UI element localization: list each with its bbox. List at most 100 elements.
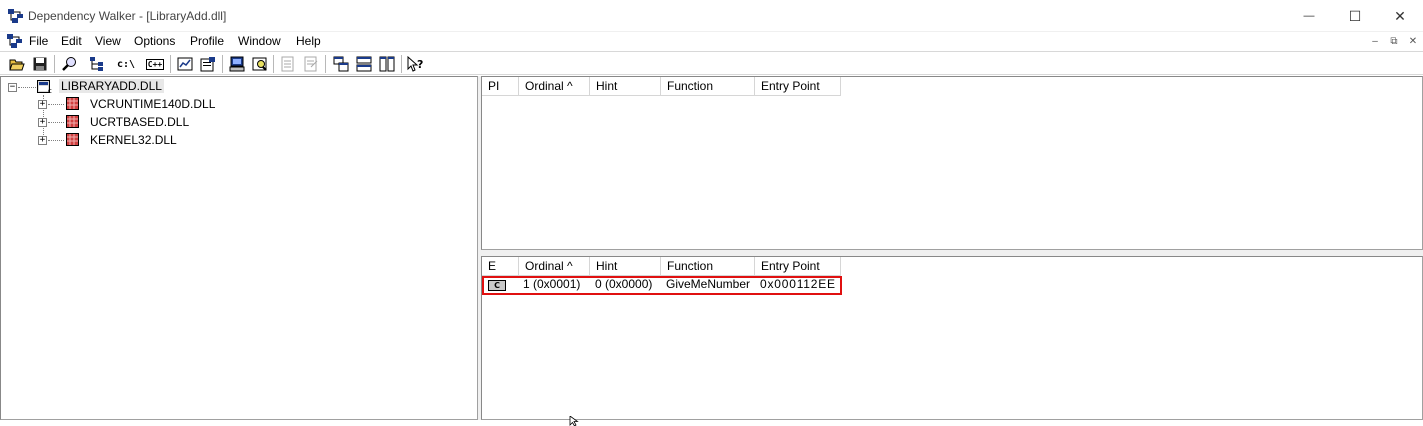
title-bar: Dependency Walker - [LibraryAdd.dll] — ☐… [0,0,1423,32]
column-header-hint[interactable]: Hint [590,257,661,276]
mdi-minimize-icon: – [1372,36,1378,47]
properties-button[interactable] [198,54,218,74]
tree-item-label[interactable]: KERNEL32.DLL [90,133,177,147]
tree-collapse-button[interactable]: − [8,83,17,92]
imports-list-header: PI Ordinal ^ Hint Function Entry Point [482,77,1422,96]
system-info-button[interactable] [227,54,247,74]
tree-item-label[interactable]: VCRUNTIME140D.DLL [90,97,215,111]
auto-expand-button[interactable] [175,54,195,74]
full-paths-button[interactable]: c:\ [116,54,136,74]
save-icon [33,57,47,71]
tree-connector [48,122,64,123]
svg-text:c: c [48,87,52,94]
find-icon [62,57,76,71]
tile-vertical-button[interactable] [377,54,397,74]
view-module-icon [252,57,267,71]
mdi-close-icon: ✕ [1408,36,1418,47]
column-header-entry-point[interactable]: Entry Point [755,257,841,276]
tile-horizontal-button[interactable] [354,54,374,74]
open-button[interactable] [7,54,27,74]
column-header-function[interactable]: Function [661,257,755,276]
column-header-entry-point[interactable]: Entry Point [755,77,841,96]
function-cell: GiveMeNumber [666,277,751,291]
undecorate-cpp-button[interactable]: C++ [144,54,166,74]
mdi-restore-icon: ⧉ [1390,36,1398,47]
tree-connector [48,140,64,141]
window-title: Dependency Walker - [LibraryAdd.dll] [28,9,227,23]
toolbar-separator [54,55,55,73]
mdi-child-icon[interactable] [7,34,23,48]
tree-connector [18,87,36,88]
menu-window[interactable]: Window [238,33,281,49]
menu-file[interactable]: File [29,33,48,49]
menu-options[interactable]: Options [134,33,175,49]
minimize-button[interactable]: — [1286,0,1332,32]
find-button[interactable] [59,54,79,74]
imports-list-pane[interactable]: PI Ordinal ^ Hint Function Entry Point [481,76,1423,250]
toolbar-separator [325,55,326,73]
next-import-icon [304,56,318,72]
tile-horizontal-icon [356,56,372,72]
column-header-ordinal[interactable]: Ordinal ^ [519,77,590,96]
minimize-icon: — [1303,10,1315,22]
tile-vertical-icon [379,56,395,72]
close-icon: ✕ [1394,7,1406,24]
toolbar-separator [170,55,171,73]
column-header-pi[interactable]: PI [482,77,519,96]
system-info-icon [229,56,245,72]
column-header-hint[interactable]: Hint [590,77,661,96]
prev-import-button[interactable] [278,54,298,74]
mdi-restore-button[interactable]: ⧉ [1386,34,1402,49]
toolbar: c:\ C++ ? [0,51,1423,75]
tree-root-label[interactable]: LIBRARYADD.DLL [59,79,164,93]
maximize-icon: ☐ [1348,7,1362,24]
hint-cell: 0 (0x0000) [595,277,653,291]
mdi-close-button[interactable]: ✕ [1405,34,1421,49]
column-header-e[interactable]: E [482,257,519,276]
toolbar-separator [401,55,402,73]
tree-expand-button[interactable]: + [38,100,47,109]
prev-import-icon [281,56,294,72]
full-paths-icon: c:\ [116,58,136,70]
toolbar-separator [222,55,223,73]
module-tree-icon [90,57,103,71]
view-module-button[interactable] [250,54,270,74]
close-button[interactable]: ✕ [1377,0,1423,32]
mdi-minimize-button[interactable]: – [1367,34,1383,49]
column-header-function[interactable]: Function [661,77,755,96]
next-import-button[interactable] [301,54,321,74]
properties-icon [200,57,215,72]
column-header-ordinal[interactable]: Ordinal ^ [519,257,590,276]
menu-edit[interactable]: Edit [61,33,82,49]
maximize-button[interactable]: ☐ [1332,0,1378,32]
mouse-cursor-icon [569,416,579,426]
menu-profile[interactable]: Profile [190,33,224,49]
module-tree-pane[interactable]: − c LIBRARYADD.DLL + VCRUNTIME140D.DLL +… [0,76,478,420]
tree-item-label[interactable]: UCRTBASED.DLL [90,115,189,129]
table-row[interactable]: C 1 (0x0001) 0 (0x0000) GiveMeNumber 0x0… [482,276,841,294]
tree-expand-button[interactable]: + [38,118,47,127]
module-tree-button[interactable] [87,54,107,74]
menu-view[interactable]: View [95,33,121,49]
exports-list-header: E Ordinal ^ Hint Function Entry Point [482,257,1422,276]
ordinal-cell: 1 (0x0001) [523,277,581,291]
undecorate-cpp-icon: C++ [145,58,165,70]
help-button[interactable]: ? [406,54,426,74]
tree-expand-button[interactable]: + [38,136,47,145]
export-type-cell: C [482,276,519,294]
auto-expand-icon [177,57,193,71]
save-button[interactable] [30,54,50,74]
cascade-icon [333,56,349,72]
menu-bar: File Edit View Options Profile Window He… [0,32,1423,50]
module-icon [66,133,79,146]
menu-help[interactable]: Help [296,33,321,49]
dependency-walker-icon [8,9,23,23]
help-icon: ? [407,56,423,72]
root-module-icon: c [37,80,52,94]
cascade-button[interactable] [331,54,351,74]
open-icon [9,59,25,71]
c-function-icon: C [488,280,506,291]
module-icon [66,115,79,128]
exports-list-pane[interactable]: E Ordinal ^ Hint Function Entry Point C … [481,256,1423,420]
module-icon [66,97,79,110]
